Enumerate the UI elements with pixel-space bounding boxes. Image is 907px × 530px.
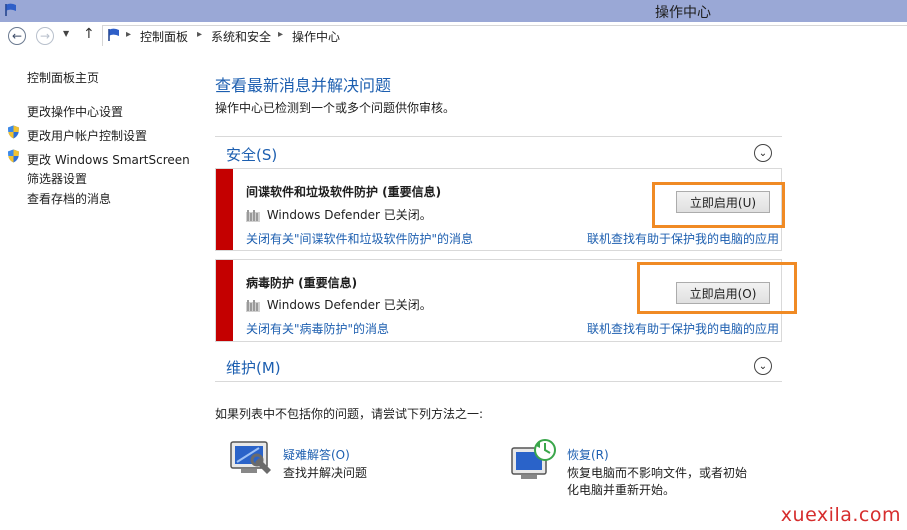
- navigation-bar: ← → ▼ ↑ ▸ 控制面板 ▸ 系统和安全 ▸ 操作中心: [0, 22, 907, 50]
- breadcrumb-system-security[interactable]: 系统和安全: [211, 28, 271, 45]
- sidebar-item-smartscreen-settings[interactable]: 更改 Windows SmartScreen 筛选器设置: [27, 151, 190, 187]
- site-watermark: xuexila.com: [780, 504, 901, 526]
- page-title: 查看最新消息并解决问题: [215, 76, 392, 95]
- up-button[interactable]: ↑: [83, 26, 95, 42]
- windows-defender-icon: [246, 209, 260, 222]
- sidebar-item-view-archived-messages[interactable]: 查看存档的消息: [27, 190, 111, 207]
- alert-status-text: Windows Defender 已关闭。: [266, 298, 432, 312]
- turn-on-spyware-protection-button[interactable]: 立即启用(U): [676, 191, 770, 213]
- critical-alert-bar: [216, 169, 233, 250]
- recent-pages-dropdown[interactable]: ▼: [63, 29, 69, 38]
- breadcrumb-action-center[interactable]: 操作中心: [292, 28, 340, 45]
- breadcrumb-separator-icon: ▸: [126, 29, 132, 40]
- breadcrumb-separator-icon: ▸: [278, 29, 284, 40]
- recovery-description-line: 恢复电脑而不影响文件，或者初始: [567, 466, 748, 480]
- troubleshooting-link[interactable]: 疑难解答(O): [283, 446, 350, 463]
- recovery-icon: [511, 439, 556, 479]
- critical-alert-bar: [216, 260, 233, 341]
- forward-button[interactable]: →: [36, 27, 54, 45]
- recovery-description-line: 化电脑并重新开始。: [567, 483, 676, 497]
- recovery-description: 恢复电脑而不影响文件，或者初始 化电脑并重新开始。: [567, 465, 747, 499]
- chevron-down-icon: ⌄: [758, 360, 768, 372]
- alert-title: 间谍软件和垃圾软件防护 (重要信息): [246, 185, 442, 199]
- section-divider: [215, 381, 782, 382]
- sidebar-item-label: 筛选器设置: [27, 172, 88, 186]
- alert-status: Windows Defender 已关闭。: [246, 296, 432, 313]
- troubleshooting-description: 查找并解决问题: [283, 466, 368, 480]
- alert-status-text: Windows Defender 已关闭。: [266, 208, 432, 222]
- sidebar-item-change-action-center-settings[interactable]: 更改操作中心设置: [27, 103, 123, 120]
- expand-maintenance-button[interactable]: ⌄: [754, 357, 772, 375]
- find-security-app-online-link[interactable]: 联机查找有助于保护我的电脑的应用: [587, 230, 779, 247]
- alert-status: Windows Defender 已关闭。: [246, 206, 432, 223]
- recovery-link[interactable]: 恢复(R): [567, 446, 609, 463]
- troubleshooting-icon: [230, 441, 271, 474]
- section-title-security[interactable]: 安全(S): [226, 144, 277, 165]
- section-title-maintenance[interactable]: 维护(M): [226, 357, 281, 378]
- chevron-down-icon: ⌄: [758, 147, 768, 159]
- uac-shield-icon: [8, 149, 19, 163]
- uac-shield-icon: [8, 125, 19, 139]
- address-bar[interactable]: ▸ 控制面板 ▸ 系统和安全 ▸ 操作中心: [102, 25, 907, 46]
- turn-off-spyware-messages-link[interactable]: 关闭有关"间谍软件和垃圾软件防护"的消息: [246, 230, 473, 247]
- back-arrow-icon: ←: [11, 29, 23, 43]
- find-security-app-online-link[interactable]: 联机查找有助于保护我的电脑的应用: [587, 320, 779, 337]
- alert-title: 病毒防护 (重要信息): [246, 276, 358, 290]
- sidebar-item-label: 更改 Windows SmartScreen: [27, 153, 190, 167]
- forward-arrow-icon: →: [39, 29, 51, 43]
- breadcrumb-control-panel[interactable]: 控制面板: [140, 28, 188, 45]
- left-pane: 控制面板主页 更改操作中心设置 更改用户帐户控制设置 更改 Windows Sm…: [0, 50, 205, 530]
- title-bar: 操作中心: [0, 0, 907, 22]
- sidebar-item-change-uac-settings[interactable]: 更改用户帐户控制设置: [27, 127, 147, 144]
- collapse-security-button[interactable]: ⌄: [754, 144, 772, 162]
- windows-defender-icon: [246, 299, 260, 312]
- hint-text: 如果列表中不包括你的问题，请尝试下列方法之一:: [215, 407, 484, 421]
- section-divider: [215, 136, 782, 137]
- breadcrumb-separator-icon: ▸: [197, 29, 203, 40]
- window-title: 操作中心: [655, 5, 711, 21]
- sidebar-item-control-panel-home[interactable]: 控制面板主页: [27, 69, 99, 86]
- page-subtitle: 操作中心已检测到一个或多个问题供你审核。: [215, 101, 456, 115]
- action-center-flag-icon: [108, 28, 119, 41]
- turn-off-virus-messages-link[interactable]: 关闭有关"病毒防护"的消息: [246, 320, 389, 337]
- turn-on-virus-protection-button[interactable]: 立即启用(O): [676, 282, 770, 304]
- back-button[interactable]: ←: [8, 27, 26, 45]
